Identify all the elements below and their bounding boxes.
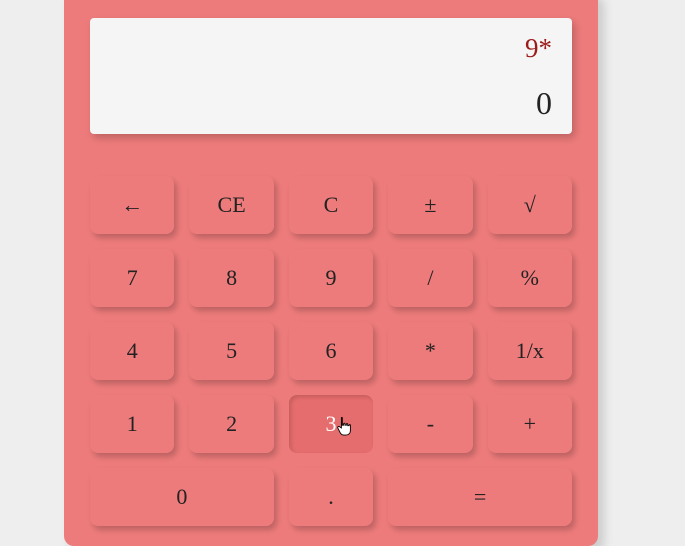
key-4[interactable]: 4: [90, 322, 174, 380]
key-equals[interactable]: =: [388, 468, 572, 526]
key-7[interactable]: 7: [90, 249, 174, 307]
key-3[interactable]: 3: [289, 395, 373, 453]
key-plusminus[interactable]: ±: [388, 176, 472, 234]
key-9[interactable]: 9: [289, 249, 373, 307]
key-sqrt[interactable]: √: [488, 176, 572, 234]
display-expression: 9*: [110, 32, 552, 66]
key-0[interactable]: 0: [90, 468, 274, 526]
key-c[interactable]: C: [289, 176, 373, 234]
key-8[interactable]: 8: [189, 249, 273, 307]
key-divide[interactable]: /: [388, 249, 472, 307]
key-plus[interactable]: +: [488, 395, 572, 453]
key-6[interactable]: 6: [289, 322, 373, 380]
calculator-body: 9* 0 ← CE C ± √ 7 8 9 / % 4 5 6 * 1/x 1 …: [64, 0, 598, 546]
key-5[interactable]: 5: [189, 322, 273, 380]
display-result: 0: [110, 84, 552, 122]
keypad: ← CE C ± √ 7 8 9 / % 4 5 6 * 1/x 1 2 3 -…: [90, 176, 572, 526]
display-panel: 9* 0: [90, 18, 572, 134]
key-decimal[interactable]: .: [289, 468, 373, 526]
key-multiply[interactable]: *: [388, 322, 472, 380]
key-backspace[interactable]: ←: [90, 176, 174, 234]
key-1[interactable]: 1: [90, 395, 174, 453]
key-minus[interactable]: -: [388, 395, 472, 453]
key-reciprocal[interactable]: 1/x: [488, 322, 572, 380]
key-percent[interactable]: %: [488, 249, 572, 307]
key-ce[interactable]: CE: [189, 176, 273, 234]
key-2[interactable]: 2: [189, 395, 273, 453]
